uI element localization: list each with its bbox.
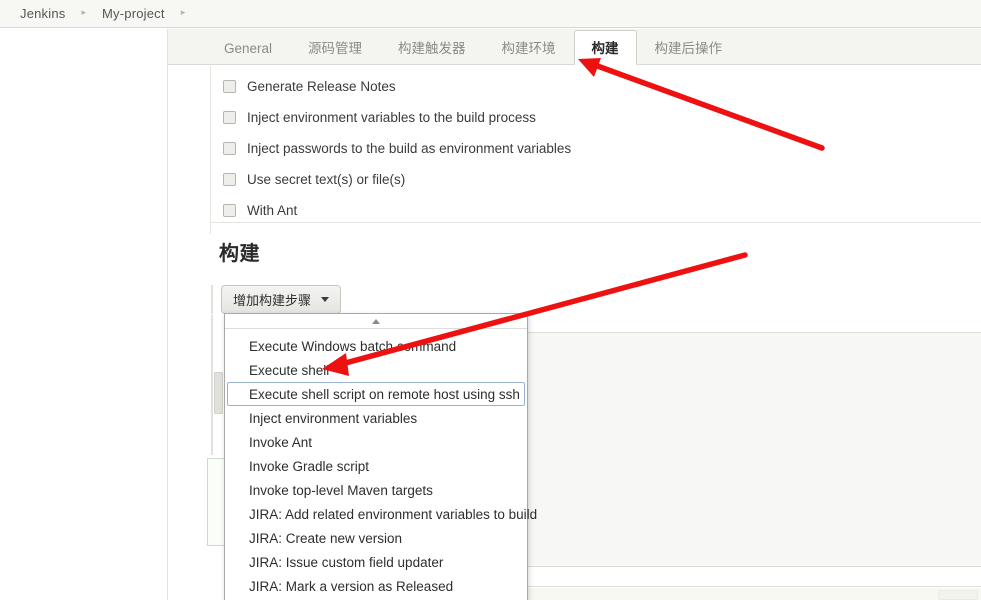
- menu-item-jira-add-related-environment-variables-to-build[interactable]: JIRA: Add related environment variables …: [225, 502, 537, 526]
- jenkins-configure-page: Jenkins ▸ My-project ▸ General 源码管理 构建触发…: [0, 0, 981, 600]
- background-bottom-strip: [528, 567, 981, 587]
- background-text-area[interactable]: [528, 332, 981, 567]
- checkbox-label: Generate Release Notes: [247, 79, 396, 94]
- dropdown-item-list: Execute Windows batch command Execute sh…: [225, 329, 537, 600]
- tab-build-triggers[interactable]: 构建触发器: [380, 30, 484, 65]
- breadcrumb: Jenkins ▸ My-project ▸: [0, 0, 981, 28]
- build-environment-checkbox-list: Generate Release Notes Inject environmen…: [210, 66, 970, 234]
- menu-item-jira-create-new-version[interactable]: JIRA: Create new version: [225, 526, 527, 550]
- breadcrumb-item-my-project[interactable]: My-project: [100, 6, 167, 21]
- breadcrumb-separator-1: ▸: [81, 7, 87, 17]
- add-build-step-label: 增加构建步骤: [233, 293, 312, 308]
- checkbox-label: Use secret text(s) or file(s): [247, 172, 406, 187]
- add-build-step-container: 增加构建步骤: [211, 285, 342, 314]
- tab-source-code-management[interactable]: 源码管理: [290, 30, 380, 65]
- config-tab-bar: General 源码管理 构建触发器 构建环境 构建 构建后操作: [168, 29, 981, 65]
- checkbox-row-inject-environment-variables[interactable]: Inject environment variables to the buil…: [211, 102, 970, 133]
- menu-item-jira-issue-custom-field-updater[interactable]: JIRA: Issue custom field updater: [225, 550, 527, 574]
- chevron-up-icon: [372, 318, 380, 324]
- menu-item-inject-environment-variables[interactable]: Inject environment variables: [225, 406, 527, 430]
- checkbox-icon[interactable]: [223, 204, 236, 217]
- dropdown-scroll-up-button[interactable]: [225, 314, 527, 329]
- checkbox-row-inject-passwords[interactable]: Inject passwords to the build as environ…: [211, 133, 970, 164]
- add-build-step-dropdown-menu: Execute Windows batch command Execute sh…: [224, 313, 537, 600]
- chevron-down-icon: [321, 297, 330, 302]
- checkbox-row-use-secret-texts[interactable]: Use secret text(s) or file(s): [211, 164, 970, 195]
- menu-item-execute-shell[interactable]: Execute shell: [225, 358, 527, 382]
- section-divider: [210, 222, 981, 223]
- checkbox-icon[interactable]: [223, 80, 236, 93]
- add-build-step-button[interactable]: 增加构建步骤: [221, 285, 342, 314]
- breadcrumb-separator-2: ▸: [180, 7, 186, 17]
- tab-general[interactable]: General: [206, 30, 290, 65]
- menu-item-invoke-top-level-maven-targets[interactable]: Invoke top-level Maven targets: [225, 478, 527, 502]
- left-sidebar-area: [0, 29, 167, 600]
- checkbox-label: With Ant: [247, 203, 298, 218]
- checkbox-icon[interactable]: [223, 111, 236, 124]
- scrollbar-thumb[interactable]: [214, 372, 223, 414]
- menu-item-execute-shell-script-on-remote-host-using-ssh[interactable]: Execute shell script on remote host usin…: [227, 382, 525, 406]
- tab-build[interactable]: 构建: [573, 30, 637, 65]
- checkbox-label: Inject passwords to the build as environ…: [247, 141, 572, 156]
- menu-item-invoke-ant[interactable]: Invoke Ant: [225, 430, 527, 454]
- tab-build-environment[interactable]: 构建环境: [484, 30, 574, 65]
- build-section-title: 构建: [219, 243, 260, 265]
- tab-post-build-actions[interactable]: 构建后操作: [637, 30, 741, 65]
- menu-item-invoke-gradle-script[interactable]: Invoke Gradle script: [225, 454, 527, 478]
- background-corner-control[interactable]: [938, 590, 978, 600]
- checkbox-icon[interactable]: [223, 142, 236, 155]
- checkbox-label: Inject environment variables to the buil…: [247, 110, 536, 125]
- checkbox-row-generate-release-notes[interactable]: Generate Release Notes: [211, 71, 970, 102]
- checkbox-icon[interactable]: [223, 173, 236, 186]
- menu-item-jira-mark-a-version-as-released[interactable]: JIRA: Mark a version as Released: [225, 574, 527, 598]
- breadcrumb-item-jenkins[interactable]: Jenkins: [18, 6, 67, 21]
- background-footer-strip: [528, 588, 981, 600]
- menu-item-execute-windows-batch-command[interactable]: Execute Windows batch command: [225, 334, 527, 358]
